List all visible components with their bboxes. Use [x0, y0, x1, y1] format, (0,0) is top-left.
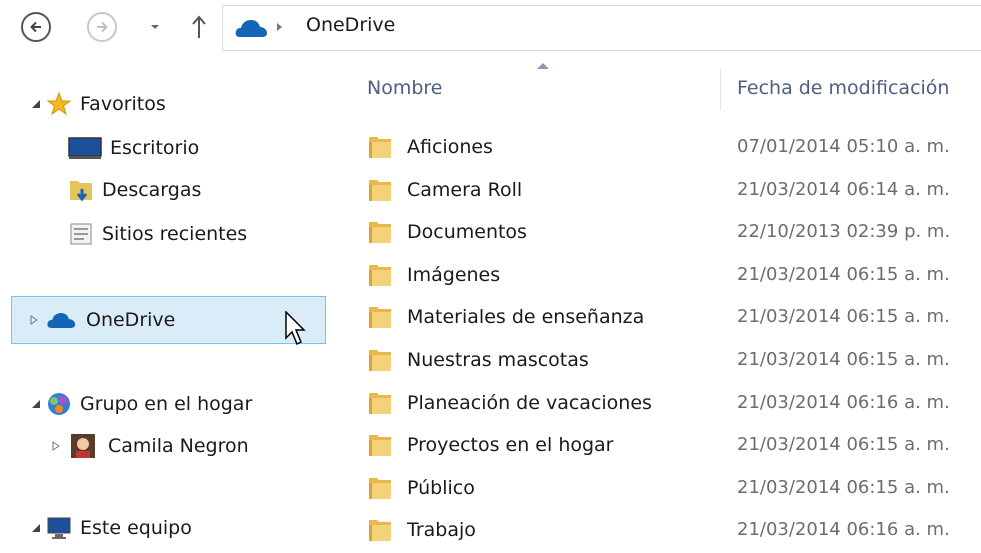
nav-grupo-hogar[interactable]: Grupo en el hogar — [30, 384, 252, 424]
desktop-icon — [68, 135, 102, 161]
file-date: 21/03/2014 06:16 a. m. — [737, 519, 950, 541]
breadcrumb-chevron-icon — [277, 23, 282, 31]
file-name: Trabajo — [407, 519, 476, 542]
onedrive-cloud-icon — [44, 307, 78, 333]
file-date: 21/03/2014 06:14 a. m. — [737, 178, 950, 200]
file-name: Aficiones — [407, 136, 493, 158]
file-date: 21/03/2014 06:15 a. m. — [737, 434, 950, 456]
file-row[interactable]: Público 21/03/2014 06:15 a. m. — [340, 467, 981, 509]
star-icon — [46, 91, 72, 117]
recent-locations-dropdown[interactable] — [150, 22, 160, 32]
file-name: Documentos — [407, 221, 527, 244]
downloads-icon — [68, 177, 94, 203]
user-avatar-icon — [66, 433, 100, 459]
file-name: Imágenes — [407, 263, 501, 286]
folder-icon — [367, 134, 393, 160]
nav-label: Favoritos — [80, 93, 166, 115]
expanded-caret-icon[interactable] — [30, 522, 42, 534]
nav-label: OneDrive — [86, 309, 176, 331]
nav-favorites[interactable]: Favoritos — [30, 84, 166, 124]
folder-icon — [367, 304, 393, 330]
nav-onedrive[interactable]: OneDrive — [11, 296, 326, 344]
collapsed-caret-icon[interactable] — [50, 440, 62, 452]
nav-label: Grupo en el hogar — [80, 393, 253, 415]
file-row[interactable]: Camera Roll 21/03/2014 06:14 a. m. — [340, 169, 981, 211]
back-arrow-icon — [30, 21, 41, 33]
computer-icon — [46, 515, 72, 541]
folder-icon — [367, 390, 393, 416]
file-date: 21/03/2014 06:15 a. m. — [737, 306, 950, 328]
file-list: Nombre Fecha de modificación Aficiones 07… — [340, 62, 981, 553]
file-row[interactable]: Proyectos en el hogar 21/03/2014 06:15 a.… — [340, 424, 981, 466]
folder-icon — [367, 262, 393, 288]
file-name: Materiales de enseñanza — [407, 306, 645, 329]
forward-button[interactable] — [87, 12, 117, 42]
expanded-caret-icon[interactable] — [30, 98, 42, 110]
file-row[interactable]: Aficiones 07/01/2014 05:10 a. m. — [340, 126, 981, 168]
folder-icon — [367, 177, 393, 203]
folder-icon — [367, 347, 393, 373]
file-row[interactable]: Trabajo 21/03/2014 06:16 a. m. — [340, 509, 981, 551]
folder-icon — [367, 517, 393, 543]
folder-icon — [367, 475, 393, 501]
up-button[interactable] — [190, 14, 208, 40]
nav-label: Descargas — [102, 179, 202, 201]
column-header-name[interactable]: Nombre — [367, 62, 717, 114]
nav-label: Este equipo — [80, 517, 192, 539]
file-name: Planeación de vacaciones — [407, 391, 652, 414]
onedrive-cloud-icon — [235, 20, 267, 37]
back-button[interactable] — [21, 12, 51, 42]
file-row[interactable]: Imágenes 21/03/2014 06:15 a. m. — [340, 254, 981, 296]
file-name: Público — [407, 476, 475, 499]
file-date: 21/03/2014 06:15 a. m. — [737, 349, 950, 370]
folder-icon — [367, 432, 393, 458]
file-row[interactable]: Planeación de vacaciones 21/03/2014 06:16… — [340, 382, 981, 424]
navigation-pane: Favoritos Escritorio Descargas Sitios re… — [0, 62, 340, 553]
collapsed-caret-icon[interactable] — [28, 314, 40, 326]
nav-este-equipo[interactable]: Este equipo — [30, 508, 192, 548]
mouse-cursor-icon — [285, 311, 306, 346]
file-date: 21/03/2014 06:16 a. m. — [737, 391, 950, 413]
file-date: 07/01/2014 05:10 a. m. — [737, 136, 950, 157]
address-toolbar: OneDrive — [0, 0, 981, 62]
nav-label: Camila Negron — [108, 435, 249, 457]
expanded-caret-icon[interactable] — [30, 398, 42, 410]
file-date: 21/03/2014 06:15 a. m. — [737, 476, 950, 498]
file-name: Nuestras mascotas — [407, 349, 589, 371]
file-row[interactable]: Documentos 22/10/2013 02:39 p. m. — [340, 211, 981, 253]
recent-places-icon — [68, 221, 94, 247]
column-header-date[interactable]: Fecha de modificación — [737, 62, 981, 114]
nav-sitios-recientes[interactable]: Sitios recientes — [68, 214, 247, 254]
file-row[interactable]: Nuestras mascotas 21/03/2014 06:15 a. m. — [340, 339, 981, 381]
nav-escritorio[interactable]: Escritorio — [68, 128, 199, 168]
file-name: Camera Roll — [407, 178, 523, 201]
nav-label: Sitios recientes — [102, 223, 248, 245]
file-date: 22/10/2013 02:39 p. m. — [737, 221, 951, 243]
file-name: Proyectos en el hogar — [407, 434, 614, 457]
homegroup-icon — [46, 391, 72, 417]
file-row[interactable]: Materiales de enseñanza 21/03/2014 06:15 … — [340, 296, 981, 338]
nav-camila-negron[interactable]: Camila Negron — [50, 426, 249, 466]
nav-label: Escritorio — [110, 137, 200, 159]
folder-icon — [367, 219, 393, 245]
nav-descargas[interactable]: Descargas — [68, 170, 201, 210]
column-divider[interactable] — [720, 68, 721, 110]
file-date: 21/03/2014 06:15 a. m. — [737, 263, 950, 285]
forward-arrow-icon — [97, 21, 108, 33]
breadcrumb-location[interactable]: OneDrive — [306, 14, 395, 36]
